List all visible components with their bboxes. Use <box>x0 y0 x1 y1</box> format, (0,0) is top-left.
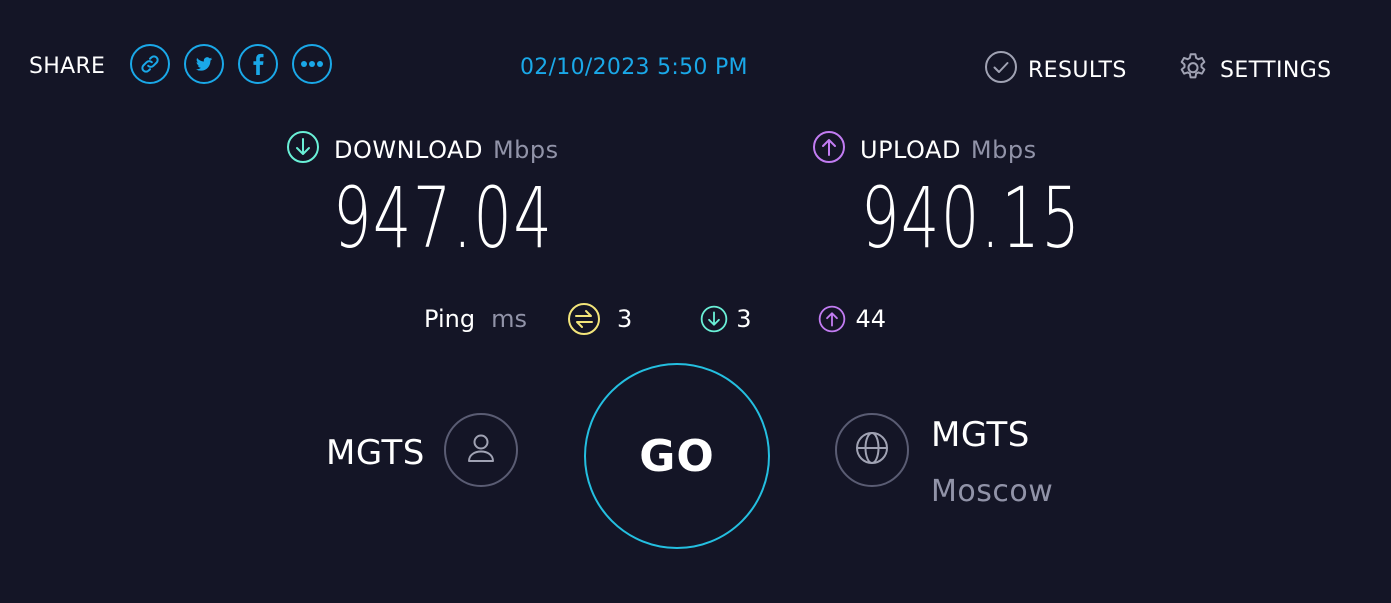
upload-header: UPLOAD Mbps <box>812 131 1037 166</box>
upload-value: 940.15 <box>861 169 1082 267</box>
user-icon <box>463 430 499 470</box>
results-button[interactable]: RESULTS <box>984 50 1127 90</box>
settings-label: SETTINGS <box>1220 57 1332 83</box>
server-location[interactable]: Moscow <box>931 474 1053 509</box>
upload-label: UPLOAD <box>860 136 961 164</box>
twitter-icon[interactable] <box>184 44 224 84</box>
download-header: DOWNLOAD Mbps <box>286 131 559 166</box>
globe-icon <box>854 430 890 470</box>
arrow-up-circle-icon <box>812 130 846 170</box>
gear-icon <box>1176 50 1210 90</box>
link-icon[interactable] <box>130 44 170 84</box>
download-value: 947.04 <box>333 169 554 267</box>
ping-idle-value: 3 <box>616 305 633 333</box>
ping-row: Ping ms 3 3 44 <box>424 303 886 335</box>
share-label: SHARE <box>29 54 106 79</box>
server-name[interactable]: MGTS <box>931 415 1030 455</box>
check-circle-icon <box>984 50 1018 90</box>
ping-upload-value: 44 <box>855 305 887 333</box>
idle-latency-icon <box>567 302 601 336</box>
upload-latency-icon <box>818 305 846 333</box>
ping-label: Ping <box>424 305 476 333</box>
ping-unit: ms <box>491 305 527 333</box>
upload-unit: Mbps <box>970 136 1037 164</box>
settings-button[interactable]: SETTINGS <box>1176 52 1332 88</box>
facebook-icon[interactable] <box>238 44 278 84</box>
isp-button[interactable] <box>444 413 518 487</box>
go-button[interactable]: GO <box>584 363 770 549</box>
download-label: DOWNLOAD <box>334 136 483 164</box>
more-icon[interactable] <box>292 44 332 84</box>
server-button[interactable] <box>835 413 909 487</box>
download-unit: Mbps <box>492 136 559 164</box>
test-timestamp: 02/10/2023 5:50 PM <box>520 55 748 80</box>
ping-download-value: 3 <box>736 305 752 333</box>
results-label: RESULTS <box>1028 57 1127 83</box>
isp-name: MGTS <box>326 433 425 473</box>
download-latency-icon <box>700 305 728 333</box>
arrow-down-circle-icon <box>286 130 320 170</box>
